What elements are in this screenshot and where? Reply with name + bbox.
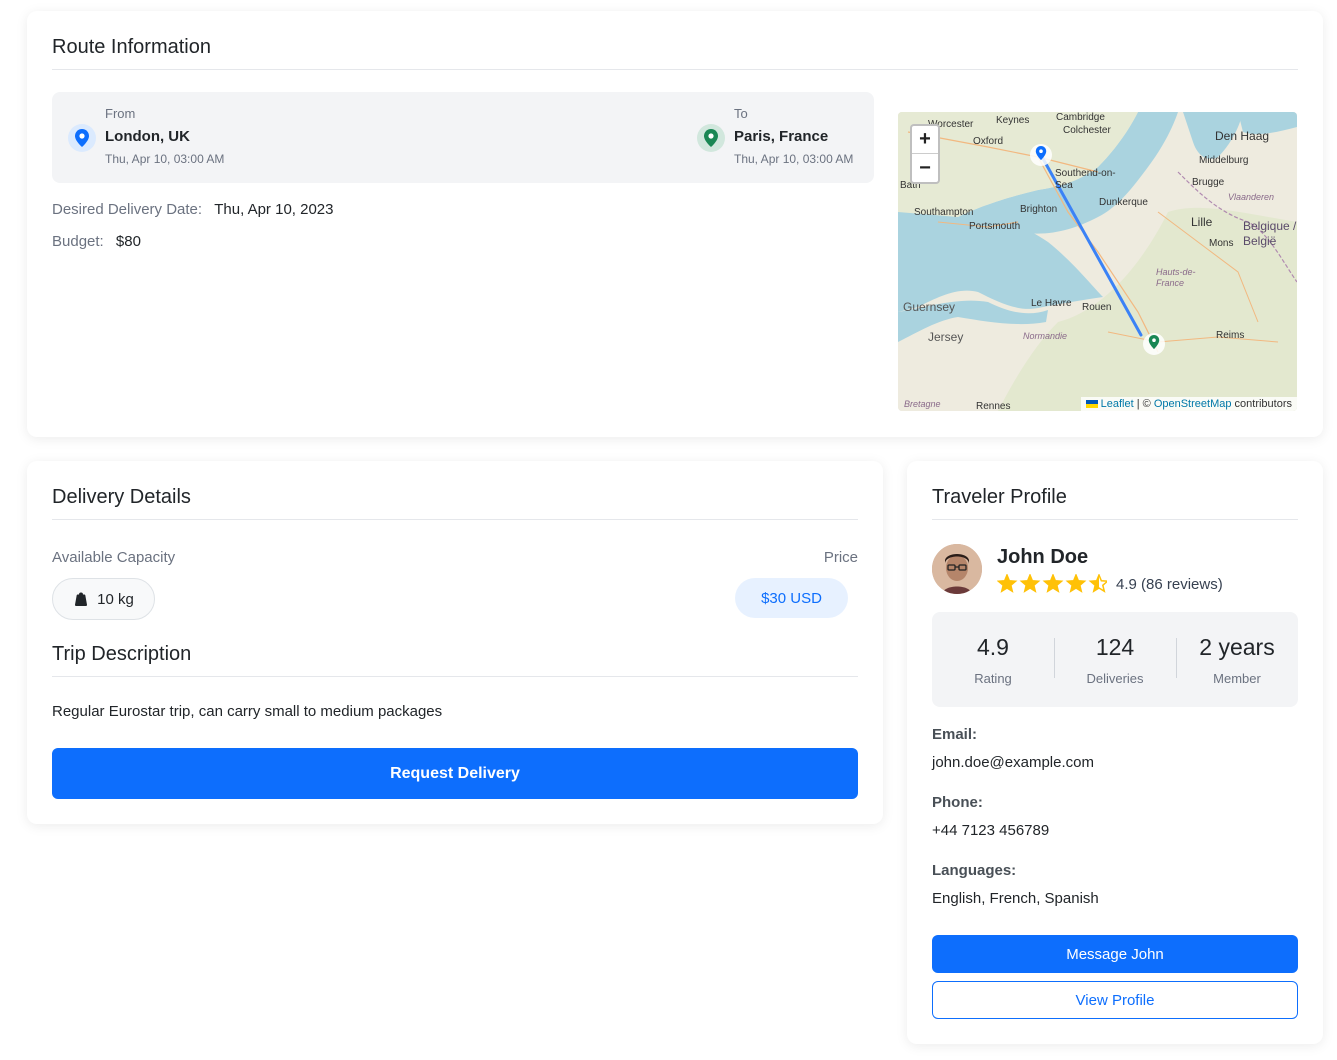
avatar — [932, 544, 982, 594]
map-label: Belgique / België — [1243, 219, 1297, 248]
phone-value: +44 7123 456789 — [932, 822, 1050, 839]
stat-label: Rating — [974, 670, 1012, 686]
zoom-in-button[interactable]: + — [912, 126, 938, 154]
capacity-value: 10 kg — [97, 590, 134, 608]
email-label: Email: — [932, 726, 978, 743]
star-icons — [997, 574, 1107, 593]
desired-date-row: Desired Delivery Date: Thu, Apr 10, 2023 — [52, 201, 334, 218]
email-value: john.doe@example.com — [932, 754, 1094, 771]
trip-description-title: Trip Description — [52, 643, 858, 677]
map-label: Keynes — [996, 115, 1030, 126]
stat-deliveries: 124 Deliveries — [1054, 612, 1176, 707]
price-label: Price — [823, 549, 858, 566]
budget-row: Budget: $80 — [52, 233, 141, 250]
traveler-stats: 4.9 Rating 124 Deliveries 2 years Member — [932, 612, 1298, 707]
map-label: Brugge — [1192, 177, 1225, 188]
from-label: From — [105, 106, 136, 121]
map-label: Mons — [1209, 238, 1234, 249]
zoom-out-button[interactable]: − — [912, 154, 938, 182]
map-pin-icon — [68, 124, 96, 152]
map-label: Vlaanderen — [1228, 192, 1275, 202]
to-label: To — [734, 106, 748, 121]
attribution-suffix: contributors — [1231, 398, 1292, 410]
osm-link[interactable]: OpenStreetMap — [1154, 398, 1232, 410]
map-label: Den Haag — [1215, 129, 1270, 143]
route-summary: From London, UK Thu, Apr 10, 03:00 AM To… — [52, 92, 874, 183]
traveler-profile-card: Traveler Profile John Doe 4.9 (86 review… — [907, 461, 1323, 1044]
map-label: Le Havre — [1031, 298, 1072, 309]
capacity-label: Available Capacity — [52, 549, 176, 566]
languages-value: English, French, Spanish — [932, 890, 1099, 907]
map-label: Rouen — [1082, 302, 1112, 313]
stat-label: Deliveries — [1086, 670, 1144, 686]
capacity-badge: 10 kg — [52, 578, 155, 620]
languages-label: Languages: — [932, 862, 1017, 879]
map-label: Normandie — [1023, 331, 1068, 341]
stat-rating: 4.9 Rating — [932, 612, 1054, 707]
price-badge: $30 USD — [735, 578, 848, 618]
leaflet-link[interactable]: Leaflet — [1101, 398, 1134, 410]
traveler-name: John Doe — [997, 546, 1089, 568]
star-rating: 4.9 (86 reviews) — [997, 574, 1223, 594]
map-label: Cambridge — [1056, 112, 1105, 123]
from-datetime: Thu, Apr 10, 03:00 AM — [105, 152, 225, 166]
traveler-title: Traveler Profile — [932, 486, 1298, 520]
delivery-title: Delivery Details — [52, 486, 858, 520]
budget-label: Budget: — [52, 233, 104, 250]
rating-text: 4.9 (86 reviews) — [1116, 575, 1223, 593]
map-label: Oxford — [973, 136, 1004, 147]
stat-value: 4.9 — [977, 633, 1009, 660]
map-label: Southampton — [914, 207, 974, 218]
route-map[interactable]: Cambridge Colchester Oxford Southend-on-… — [898, 112, 1297, 411]
stat-label: Member — [1213, 670, 1261, 686]
to-place: Paris, France — [734, 128, 829, 145]
view-profile-button[interactable]: View Profile — [932, 981, 1298, 1019]
map-label: Brighton — [1020, 204, 1058, 215]
to-datetime: Thu, Apr 10, 03:00 AM — [734, 152, 854, 166]
map-label: Middelburg — [1199, 155, 1249, 166]
map-label: Bretagne — [904, 399, 941, 409]
budget-value: $80 — [115, 233, 141, 250]
map-label: Portsmouth — [969, 221, 1021, 232]
route-title: Route Information — [52, 36, 1298, 70]
map-label: Southend-on-Sea — [1055, 168, 1116, 191]
ukraine-flag-icon — [1085, 400, 1098, 409]
map-label: Reims — [1216, 330, 1245, 341]
map-label: Rennes — [976, 401, 1011, 411]
zoom-control: + − — [910, 124, 940, 184]
attribution-separator: | © — [1133, 398, 1154, 410]
map-marker-paris[interactable] — [1143, 333, 1165, 355]
route-information-card: Route Information From London, UK Thu, A… — [27, 11, 1323, 437]
stat-value: 2 years — [1199, 633, 1275, 660]
desired-date-value: Thu, Apr 10, 2023 — [214, 201, 334, 218]
map-attribution: Leaflet | © OpenStreetMap contributors — [1080, 397, 1297, 411]
delivery-details-card: Delivery Details Available Capacity Pric… — [27, 461, 883, 824]
map-label: Guernsey — [903, 300, 956, 314]
desired-date-label: Desired Delivery Date: — [52, 201, 203, 218]
request-delivery-button[interactable]: Request Delivery — [52, 748, 858, 799]
phone-label: Phone: — [932, 794, 983, 811]
message-button[interactable]: Message John — [932, 935, 1298, 973]
map-marker-london[interactable] — [1030, 144, 1052, 166]
stat-value: 124 — [1095, 633, 1135, 660]
stat-member: 2 years Member — [1176, 612, 1298, 707]
map-label: Lille — [1191, 215, 1213, 229]
from-place: London, UK — [105, 128, 190, 145]
trip-description: Regular Eurostar trip, can carry small t… — [52, 703, 443, 720]
map-pin-icon — [697, 124, 725, 152]
weight-icon — [75, 592, 88, 606]
map-label: Dunkerque — [1099, 197, 1148, 208]
map-label: Jersey — [928, 330, 964, 344]
map-label: Colchester — [1063, 125, 1111, 136]
map-label: Hauts-de-France — [1156, 267, 1196, 288]
